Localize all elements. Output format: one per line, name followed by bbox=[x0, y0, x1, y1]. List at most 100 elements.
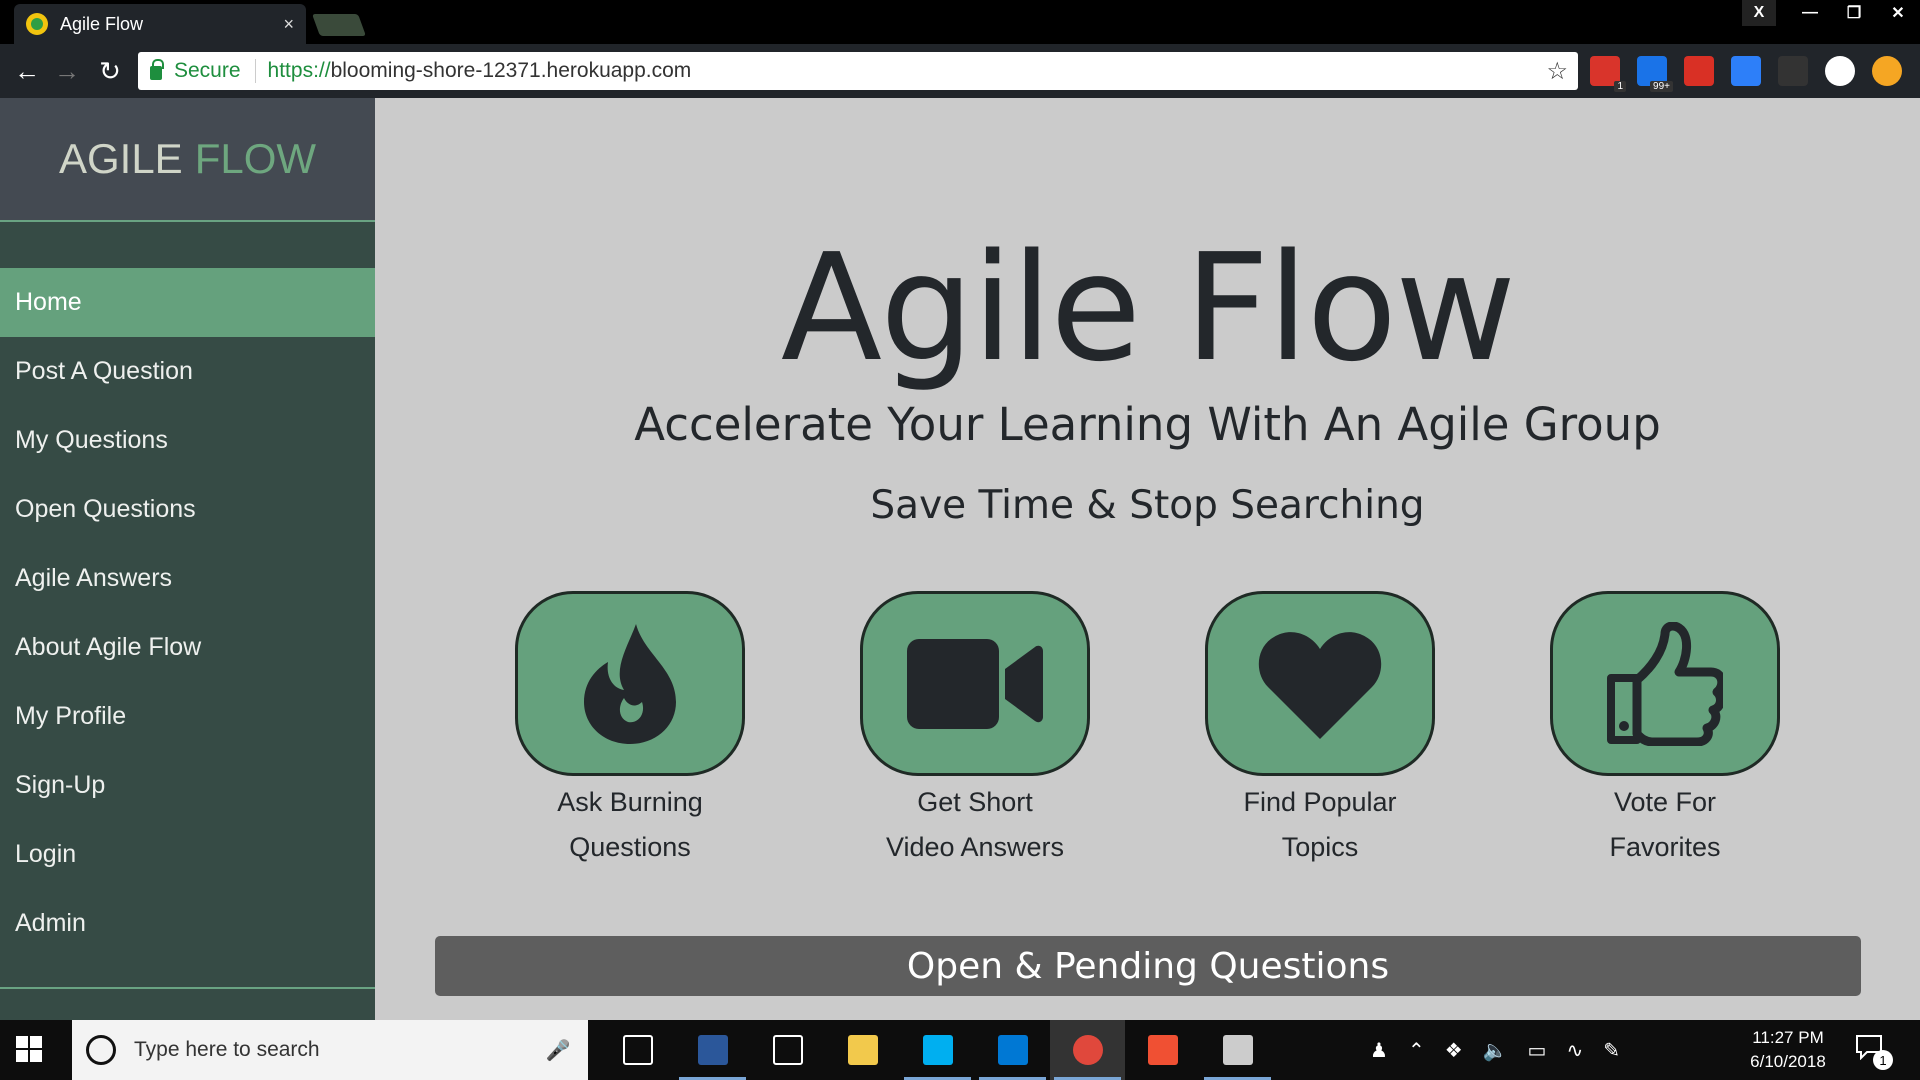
taskbar-app-calculator[interactable] bbox=[750, 1020, 825, 1080]
feature-video-answers: Get Short Video Answers bbox=[860, 591, 1090, 870]
sidebar-item-admin[interactable]: Admin bbox=[0, 889, 375, 958]
hero-subtitle: Accelerate Your Learning With An Agile G… bbox=[634, 398, 1661, 451]
taskbar-app-chrome[interactable] bbox=[1050, 1020, 1125, 1080]
feature-label: Find Popular Topics bbox=[1205, 780, 1435, 870]
file-explorer-icon bbox=[847, 1035, 878, 1065]
wifi-icon[interactable]: ∿ bbox=[1566, 1038, 1583, 1063]
chrome-icon bbox=[1072, 1035, 1103, 1065]
cortana-icon bbox=[86, 1035, 116, 1065]
taskbar-app-git[interactable] bbox=[1125, 1020, 1200, 1080]
heart-icon bbox=[1258, 631, 1382, 739]
open-pending-questions-header[interactable]: Open & Pending Questions bbox=[435, 936, 1861, 996]
restore-icon[interactable]: ❐ bbox=[1832, 0, 1876, 26]
ask-questions-button[interactable] bbox=[515, 591, 745, 776]
extension-close-icon[interactable]: X bbox=[1742, 0, 1776, 26]
taskbar-app-task-view[interactable] bbox=[600, 1020, 675, 1080]
taskbar-app-skype[interactable] bbox=[900, 1020, 975, 1080]
battery-icon[interactable]: ▭ bbox=[1528, 1038, 1547, 1063]
sidebar-item-sign-up[interactable]: Sign-Up bbox=[0, 751, 375, 820]
action-center-icon[interactable]: 1 bbox=[1855, 1034, 1893, 1070]
tab-title: Agile Flow bbox=[60, 13, 144, 34]
reload-icon[interactable]: ↻ bbox=[93, 54, 127, 88]
sidebar-item-login[interactable]: Login bbox=[0, 820, 375, 889]
bookmark-star-icon[interactable]: ☆ bbox=[1546, 57, 1568, 86]
sidebar-item-about-agile-flow[interactable]: About Agile Flow bbox=[0, 613, 375, 682]
brand-logo[interactable]: AGILE FLOW bbox=[0, 98, 375, 222]
skype-icon bbox=[922, 1035, 953, 1065]
pen-icon[interactable]: ✎ bbox=[1603, 1038, 1620, 1063]
brand-first-word: AGILE bbox=[58, 135, 183, 182]
feature-vote-favorites: Vote For Favorites bbox=[1550, 591, 1780, 870]
windows-taskbar: Type here to search 🎤 ♟ ⌃ ❖ 🔈 ▭ ∿ ✎ 11:2… bbox=[0, 1020, 1920, 1080]
new-tab-button[interactable] bbox=[311, 14, 367, 36]
git-icon bbox=[1147, 1035, 1178, 1065]
window-controls: X — ❐ ✕ bbox=[1742, 0, 1920, 26]
video-camera-icon bbox=[907, 638, 1043, 729]
microphone-icon[interactable]: 🎤 bbox=[544, 1038, 572, 1063]
hero-title: Agile Flow bbox=[780, 222, 1516, 394]
thumbs-up-icon bbox=[1607, 621, 1723, 746]
feature-label-line1: Vote For bbox=[1613, 787, 1717, 817]
mail-checker-extension-icon[interactable]: 99+ bbox=[1637, 56, 1673, 92]
pen-extension-icon[interactable] bbox=[1778, 56, 1808, 86]
sidebar-item-my-questions[interactable]: My Questions bbox=[0, 406, 375, 475]
close-window-icon[interactable]: ✕ bbox=[1876, 0, 1920, 26]
address-bar[interactable]: Secure https:// blooming-shore-12371.her… bbox=[138, 52, 1578, 90]
show-hidden-icons-icon[interactable]: ⌃ bbox=[1408, 1038, 1425, 1063]
feature-ask-questions: Ask Burning Questions bbox=[515, 591, 745, 870]
calculator-icon bbox=[772, 1035, 803, 1065]
volume-icon[interactable]: 🔈 bbox=[1483, 1038, 1508, 1063]
extension-badge: 99+ bbox=[1650, 81, 1673, 92]
taskbar-app-word[interactable] bbox=[675, 1020, 750, 1080]
circle-extension-icon[interactable] bbox=[1825, 56, 1855, 86]
site-favicon-icon bbox=[26, 13, 48, 35]
notification-count-badge: 1 bbox=[1873, 1050, 1893, 1070]
back-arrow-icon[interactable]: ← bbox=[10, 54, 44, 88]
account-extension-icon[interactable] bbox=[1872, 56, 1902, 86]
sidebar-item-post-a-question[interactable]: Post A Question bbox=[0, 337, 375, 406]
feature-label: Get Short Video Answers bbox=[860, 780, 1090, 870]
lock-icon bbox=[150, 59, 164, 80]
taskbar-search[interactable]: Type here to search 🎤 bbox=[72, 1020, 588, 1080]
clock-time: 11:27 PM bbox=[1752, 1028, 1824, 1047]
feature-label-line2: Topics bbox=[1281, 832, 1359, 862]
people-icon[interactable]: ♟ bbox=[1370, 1038, 1388, 1063]
minimize-icon[interactable]: — bbox=[1788, 0, 1832, 26]
taskbar-app-terminal[interactable] bbox=[1200, 1020, 1275, 1080]
taskbar-clock[interactable]: 11:27 PM 6/10/2018 bbox=[1728, 1026, 1848, 1074]
sidebar-item-home[interactable]: Home bbox=[0, 268, 375, 337]
vote-favorites-button[interactable] bbox=[1550, 591, 1780, 776]
browser-tab-strip: Agile Flow × X — ❐ ✕ bbox=[0, 0, 1920, 44]
forward-arrow-icon[interactable]: → bbox=[50, 54, 84, 88]
browser-tab[interactable]: Agile Flow × bbox=[14, 4, 306, 44]
main-content: Agile Flow Accelerate Your Learning With… bbox=[375, 98, 1920, 1020]
video-answers-button[interactable] bbox=[860, 591, 1090, 776]
popular-topics-button[interactable] bbox=[1205, 591, 1435, 776]
taskbar-search-placeholder: Type here to search bbox=[134, 1038, 320, 1061]
sidebar-item-open-questions[interactable]: Open Questions bbox=[0, 475, 375, 544]
taskbar-app-vscode[interactable] bbox=[975, 1020, 1050, 1080]
feature-label-line2: Questions bbox=[569, 832, 691, 862]
omnibox-divider bbox=[254, 59, 256, 83]
layers-extension-icon[interactable] bbox=[1731, 56, 1761, 86]
bookmark-extension-icon[interactable] bbox=[1684, 56, 1714, 86]
taskbar-app-file-explorer[interactable] bbox=[825, 1020, 900, 1080]
task-view-icon bbox=[622, 1035, 653, 1065]
security-label: Secure bbox=[174, 59, 241, 82]
feature-label: Ask Burning Questions bbox=[515, 780, 745, 870]
extension-badge: 1 bbox=[1614, 81, 1626, 92]
feature-label-line1: Find Popular bbox=[1243, 787, 1397, 817]
dropbox-icon[interactable]: ❖ bbox=[1445, 1038, 1463, 1063]
feature-label-line2: Favorites bbox=[1609, 832, 1721, 862]
tab-close-icon[interactable]: × bbox=[283, 14, 294, 35]
sidebar-item-my-profile[interactable]: My Profile bbox=[0, 682, 375, 751]
browser-toolbar: ← → ↻ Secure https:// blooming-shore-123… bbox=[0, 44, 1920, 98]
terminal-icon bbox=[1222, 1035, 1253, 1065]
feature-label: Vote For Favorites bbox=[1550, 780, 1780, 870]
windows-start-icon[interactable] bbox=[16, 1036, 42, 1062]
todoist-extension-icon[interactable]: 1 bbox=[1590, 56, 1626, 92]
sidebar-item-agile-answers[interactable]: Agile Answers bbox=[0, 544, 375, 613]
vscode-icon bbox=[997, 1035, 1028, 1065]
system-tray: ♟ ⌃ ❖ 🔈 ▭ ∿ ✎ bbox=[1370, 1020, 1620, 1080]
extension-icons: 1 99+ bbox=[1590, 56, 1902, 92]
